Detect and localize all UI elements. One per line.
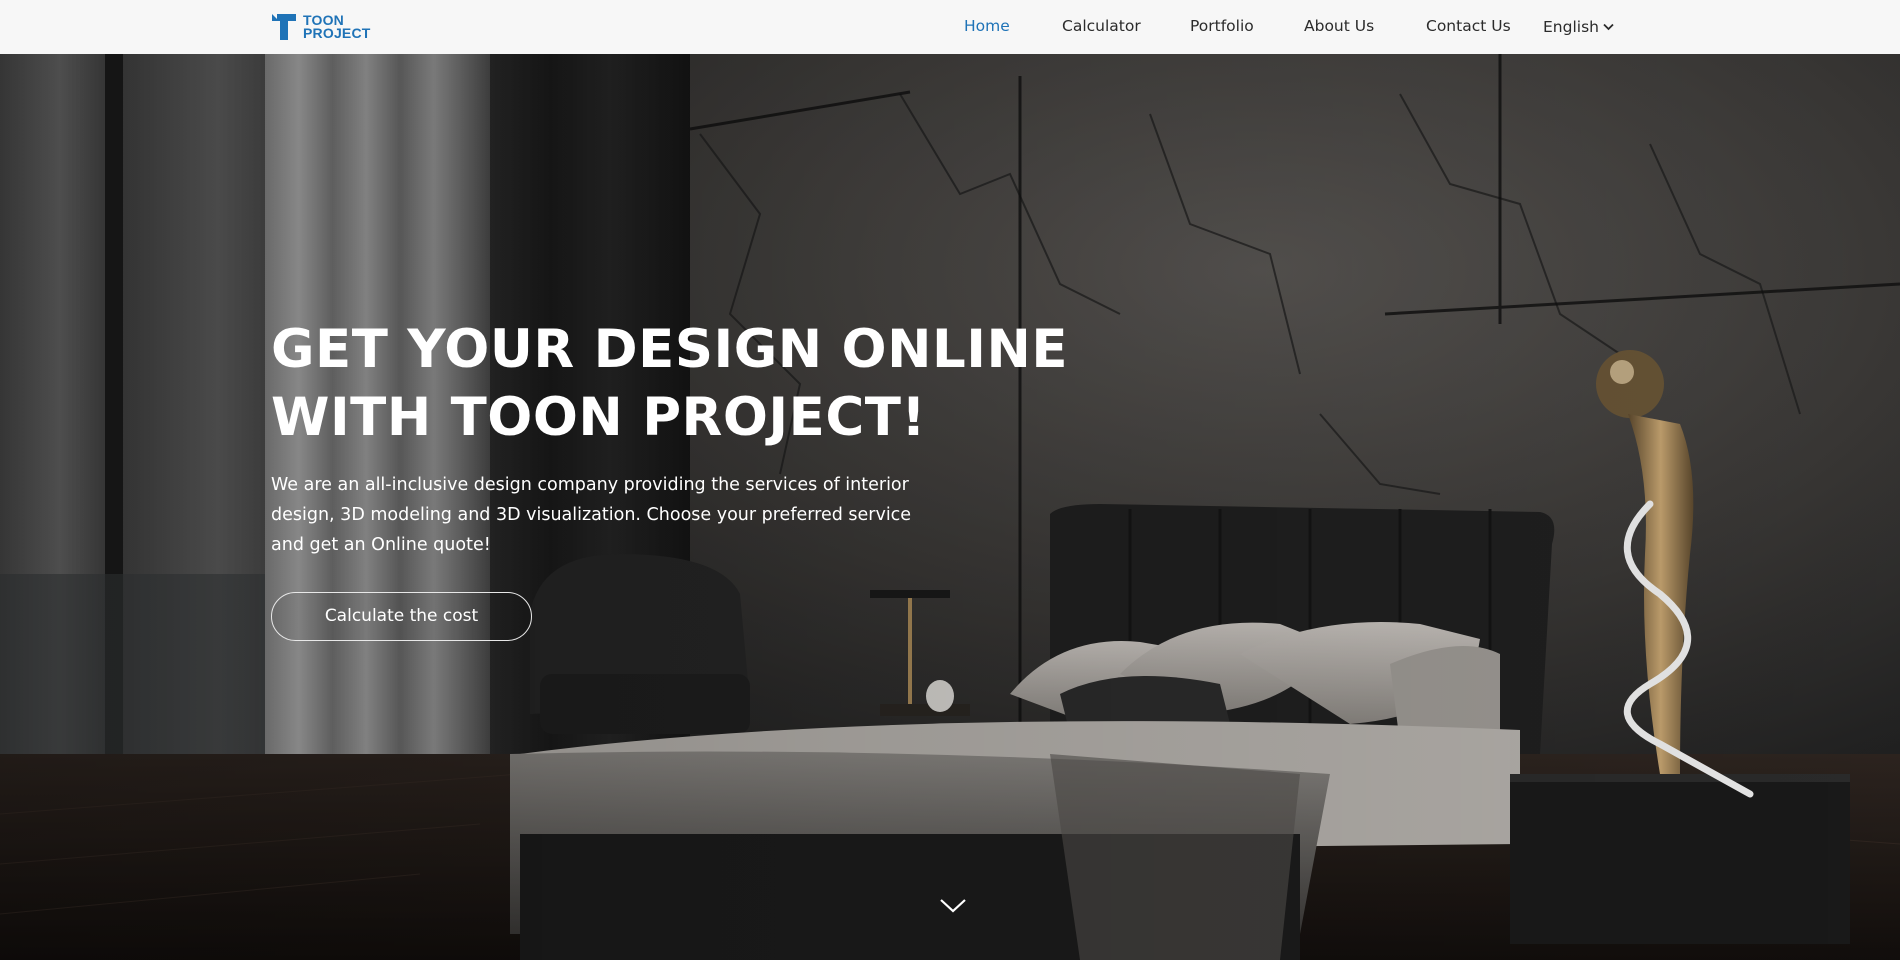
hero-section: GET YOUR DESIGN ONLINE WITH TOON PROJECT… [0,54,1900,960]
nav-about-us[interactable]: About Us [1304,0,1374,54]
nav-portfolio[interactable]: Portfolio [1190,0,1254,54]
scroll-down-button[interactable] [938,896,968,916]
nav-calculator[interactable]: Calculator [1062,0,1141,54]
hero-headline: GET YOUR DESIGN ONLINE WITH TOON PROJECT… [271,316,1131,452]
hero-description-line-3: and get an Online quote! [271,535,491,555]
calculate-cost-button[interactable]: Calculate the cost [271,592,532,641]
hero-description-line-1: We are an all-inclusive design company p… [271,475,909,495]
hero-description: We are an all-inclusive design company p… [271,470,951,560]
chevron-down-icon [1603,23,1614,31]
nav-home[interactable]: Home [964,0,1010,54]
nav-contact-us[interactable]: Contact Us [1426,0,1511,54]
hero-description-line-2: design, 3D modeling and 3D visualization… [271,505,912,525]
main-nav: Home Calculator Portfolio About Us Conta… [0,0,1900,54]
hero-headline-line-2: WITH TOON PROJECT! [271,387,927,448]
language-label: English [1543,18,1599,36]
hero-headline-line-1: GET YOUR DESIGN ONLINE [271,319,1069,380]
language-selector[interactable]: English [1543,0,1614,54]
site-header: TOON PROJECT Home Calculator Portfolio A… [0,0,1900,54]
chevron-down-icon [940,899,966,913]
